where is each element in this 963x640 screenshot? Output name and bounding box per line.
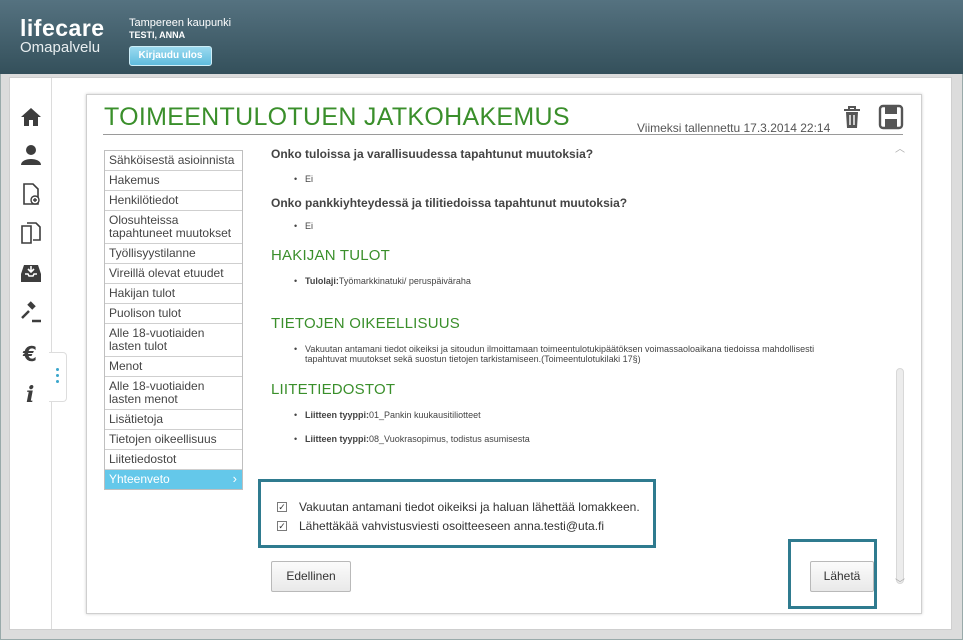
last-saved-text: Viimeksi tallennettu 17.3.2014 22:14 <box>637 121 831 135</box>
section-item[interactable]: Alle 18-vuotiaiden lasten menot <box>105 377 242 410</box>
section-item[interactable]: Työllisyystilanne <box>105 244 242 264</box>
confirm-data-row: ✓ Vakuutan antamani tiedot oikeiksi ja h… <box>277 500 640 514</box>
scroll-up-icon[interactable]: ︿ <box>895 140 905 155</box>
scroll-down-icon[interactable]: ﹀ <box>895 575 905 590</box>
side-navigation: € i <box>10 78 52 629</box>
section-list: Sähköisestä asioinnista Hakemus Henkilöt… <box>104 150 243 490</box>
user-name: TESTI, ANNA <box>129 30 186 40</box>
attachment-type-value: 01_Pankin kuukausitiliotteet <box>369 410 481 420</box>
content-scrollbar[interactable]: ︿ ﹀ <box>894 140 906 600</box>
section-item[interactable]: Alle 18-vuotiaiden lasten tulot <box>105 324 242 357</box>
confirm-email-label: Lähettäkää vahvistusviesti osoitteeseen … <box>299 519 605 533</box>
confirm-email-row: ✓ Lähettäkää vahvistusviesti osoitteesee… <box>277 519 604 533</box>
income-type-label: Tulolaji: <box>305 276 339 286</box>
accuracy-line-2: tapahtuvat muutokset sekä suostun tietoj… <box>305 354 641 364</box>
confirm-email-checkbox[interactable]: ✓ <box>277 521 287 531</box>
section-item[interactable]: Liitetiedostot <box>105 450 242 470</box>
previous-button[interactable]: Edellinen <box>271 561 351 592</box>
section-item[interactable]: Olosuhteissa tapahtuneet muutokset <box>105 211 242 244</box>
brand-subtitle: Omapalvelu <box>20 39 101 56</box>
scrollbar-thumb[interactable] <box>896 368 904 584</box>
question-income-change: Onko tuloissa ja varallisuudessa tapahtu… <box>271 147 594 161</box>
confirm-data-label: Vakuutan antamani tiedot oikeiksi ja hal… <box>299 500 640 514</box>
income-type-value: Työmarkkinatuki/ peruspäiväraha <box>338 276 471 286</box>
confirmation-box: ✓ Vakuutan antamani tiedot oikeiksi ja h… <box>258 479 656 548</box>
section-item[interactable]: Hakijan tulot <box>105 284 242 304</box>
section-item-active[interactable]: Yhteenveto <box>105 470 242 489</box>
new-document-icon[interactable] <box>18 181 44 207</box>
app-header: lifecare Omapalvelu Tampereen kaupunki T… <box>0 0 963 74</box>
page-title: TOIMEENTULOTUEN JATKOHAKEMUS <box>104 103 570 131</box>
info-icon[interactable]: i <box>18 380 44 406</box>
answer-bank-change: Ei <box>294 221 313 231</box>
user-info: Tampereen kaupunki TESTI, ANNA <box>129 17 231 40</box>
section-item[interactable]: Menot <box>105 357 242 377</box>
answer-income-change: Ei <box>294 174 313 184</box>
section-item[interactable]: Vireillä olevat etuudet <box>105 264 242 284</box>
documents-icon[interactable] <box>18 220 44 246</box>
gavel-icon[interactable] <box>18 300 44 326</box>
brand-name: lifecare <box>20 15 105 41</box>
question-bank-change: Onko pankkiyhteydessä ja tilitiedoissa t… <box>271 196 628 210</box>
section-item[interactable]: Henkilötiedot <box>105 191 242 211</box>
section-item[interactable]: Hakemus <box>105 171 242 191</box>
send-button[interactable]: Lähetä <box>810 561 874 592</box>
attachment-item: Liitteen tyyppi:01_Pankin kuukausitiliot… <box>294 410 481 420</box>
heading-attachments: LIITETIEDOSTOT <box>271 381 396 398</box>
logo: lifecare Omapalvelu <box>20 16 105 56</box>
svg-text:€: € <box>22 342 37 365</box>
section-item[interactable]: Lisätietoja <box>105 410 242 430</box>
user-icon[interactable] <box>18 142 44 168</box>
section-item[interactable]: Sähköisestä asioinnista <box>105 151 242 171</box>
sidebar-toggle-handle[interactable] <box>49 352 67 402</box>
delete-icon[interactable] <box>839 104 865 130</box>
organization-name: Tampereen kaupunki <box>129 17 232 29</box>
section-item[interactable]: Puolison tulot <box>105 304 242 324</box>
home-icon[interactable] <box>18 104 44 130</box>
heading-applicant-income: HAKIJAN TULOT <box>271 247 391 264</box>
confirm-data-checkbox[interactable]: ✓ <box>277 502 287 512</box>
logout-button[interactable]: Kirjaudu ulos <box>129 46 212 66</box>
title-divider <box>103 134 903 135</box>
euro-icon[interactable]: € <box>18 340 44 366</box>
attachment-type-label: Liitteen tyyppi: <box>305 410 370 420</box>
accuracy-line-1: Vakuutan antamani tiedot oikeiksi ja sit… <box>305 344 815 354</box>
inbox-icon[interactable] <box>18 260 44 286</box>
svg-text:i: i <box>26 382 34 405</box>
accuracy-statement: Vakuutan antamani tiedot oikeiksi ja sit… <box>294 344 885 364</box>
section-item[interactable]: Tietojen oikeellisuus <box>105 430 242 450</box>
income-type: Tulolaji:Työmarkkinatuki/ peruspäiväraha <box>294 276 471 286</box>
attachment-type-label: Liitteen tyyppi: <box>305 434 370 444</box>
heading-data-accuracy: TIETOJEN OIKEELLISUUS <box>271 315 460 332</box>
attachment-item: Liitteen tyyppi:08_Vuokrasopimus, todist… <box>294 434 530 444</box>
save-icon[interactable] <box>878 104 904 130</box>
attachment-type-value: 08_Vuokrasopimus, todistus asumisesta <box>369 434 530 444</box>
